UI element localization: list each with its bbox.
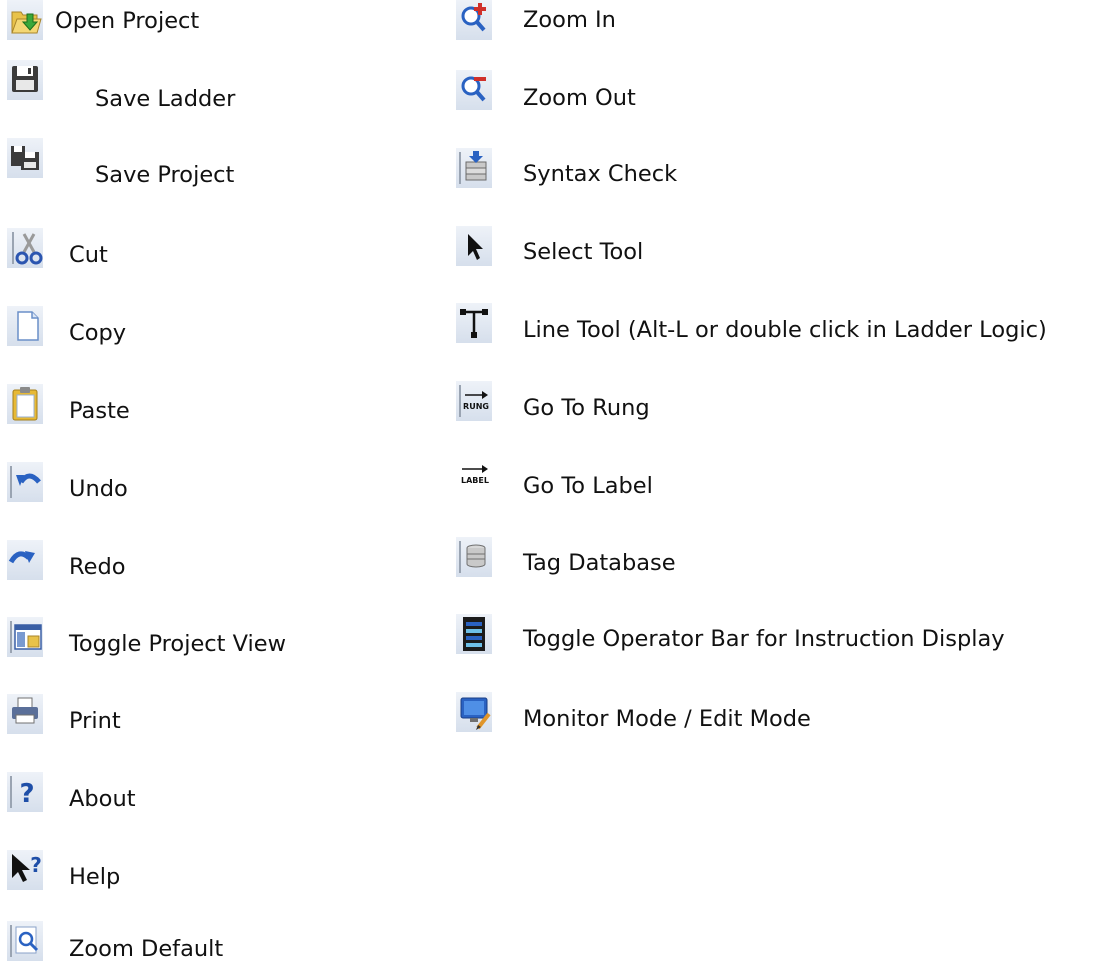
entry-label: Toggle Operator Bar for Instruction Disp… xyxy=(523,626,1005,652)
svg-text:?: ? xyxy=(30,853,42,877)
entry-label: Zoom Out xyxy=(523,85,636,111)
copy-page-icon xyxy=(7,306,43,346)
goto-rung-icon: RUNG xyxy=(456,381,492,421)
entry-label: Print xyxy=(69,708,121,734)
entry-label: Syntax Check xyxy=(523,161,678,187)
goto-label-icon-text: LABEL xyxy=(461,476,489,485)
zoom-out-icon xyxy=(456,70,492,110)
entry-label: Zoom Default xyxy=(69,936,224,962)
entry-label: Go To Rung xyxy=(523,395,650,421)
entry-label: Monitor Mode / Edit Mode xyxy=(523,706,811,732)
entry-label: Paste xyxy=(69,398,130,424)
goto-rung-icon-text: RUNG xyxy=(463,402,489,411)
redo-arrow-icon xyxy=(7,540,43,580)
entry-label: About xyxy=(69,786,136,812)
goto-label-icon: LABEL xyxy=(456,459,492,499)
floppy-disk-icon xyxy=(7,60,43,100)
svg-text:?: ? xyxy=(19,779,34,809)
magnifier-page-icon xyxy=(7,921,43,961)
entry-label: Help xyxy=(69,864,121,890)
entry-label: Line Tool (Alt-L or double click in Ladd… xyxy=(523,317,1047,343)
help-pointer-icon: ? xyxy=(7,850,43,890)
entry-label: Redo xyxy=(69,554,126,580)
entry-label: Zoom In xyxy=(523,7,616,33)
syntax-check-icon xyxy=(456,148,492,188)
save-all-icon xyxy=(7,138,43,178)
tag-database-icon xyxy=(456,537,492,577)
monitor-mode-icon xyxy=(456,692,492,732)
arrow-cursor-icon xyxy=(456,226,492,266)
entry-label: Save Ladder xyxy=(95,86,236,112)
entry-label: Undo xyxy=(69,476,128,502)
entry-label: Save Project xyxy=(95,162,235,188)
question-mark-icon: ? xyxy=(7,772,43,812)
zoom-in-icon xyxy=(456,0,492,40)
entry-label: Tag Database xyxy=(523,550,676,576)
entry-label: Toggle Project View xyxy=(69,631,287,657)
entry-label: Open Project xyxy=(55,8,200,34)
scissors-icon xyxy=(7,228,43,268)
clipboard-icon xyxy=(7,384,43,424)
open-folder-icon xyxy=(7,0,43,40)
line-tool-icon xyxy=(456,303,492,343)
project-view-icon xyxy=(7,617,43,657)
entry-label: Select Tool xyxy=(523,239,644,265)
entry-label: Copy xyxy=(69,320,127,346)
entry-label: Go To Label xyxy=(523,473,653,499)
operator-bar-icon xyxy=(456,614,492,654)
undo-arrow-icon xyxy=(7,462,43,502)
entry-label: Cut xyxy=(69,242,108,268)
printer-icon xyxy=(7,694,43,734)
